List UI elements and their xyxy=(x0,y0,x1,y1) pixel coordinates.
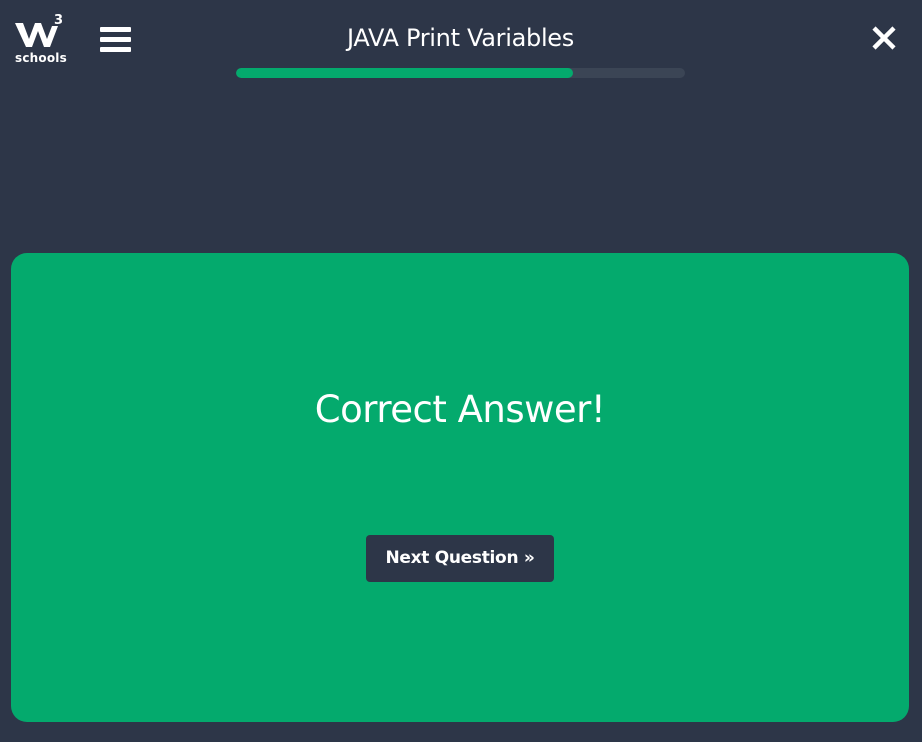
quiz-title: JAVA Print Variables xyxy=(347,24,574,52)
hamburger-menu-icon[interactable] xyxy=(100,27,132,57)
menu-line xyxy=(100,37,131,42)
quiz-page: 3 schools JAVA Print Variables Correct A… xyxy=(0,0,922,742)
logo-superscript: 3 xyxy=(54,13,64,28)
progress-bar xyxy=(236,68,685,78)
next-question-button[interactable]: Next Question » xyxy=(366,535,554,582)
menu-line xyxy=(100,47,131,52)
close-icon xyxy=(872,26,896,50)
logo-text: schools xyxy=(15,51,67,65)
close-button[interactable] xyxy=(868,22,900,54)
progress-fill xyxy=(236,68,573,78)
menu-line xyxy=(100,27,131,32)
result-card: Correct Answer! Next Question » xyxy=(11,253,909,722)
result-message: Correct Answer! xyxy=(314,388,606,431)
w3schools-logo[interactable]: 3 schools xyxy=(14,14,70,66)
